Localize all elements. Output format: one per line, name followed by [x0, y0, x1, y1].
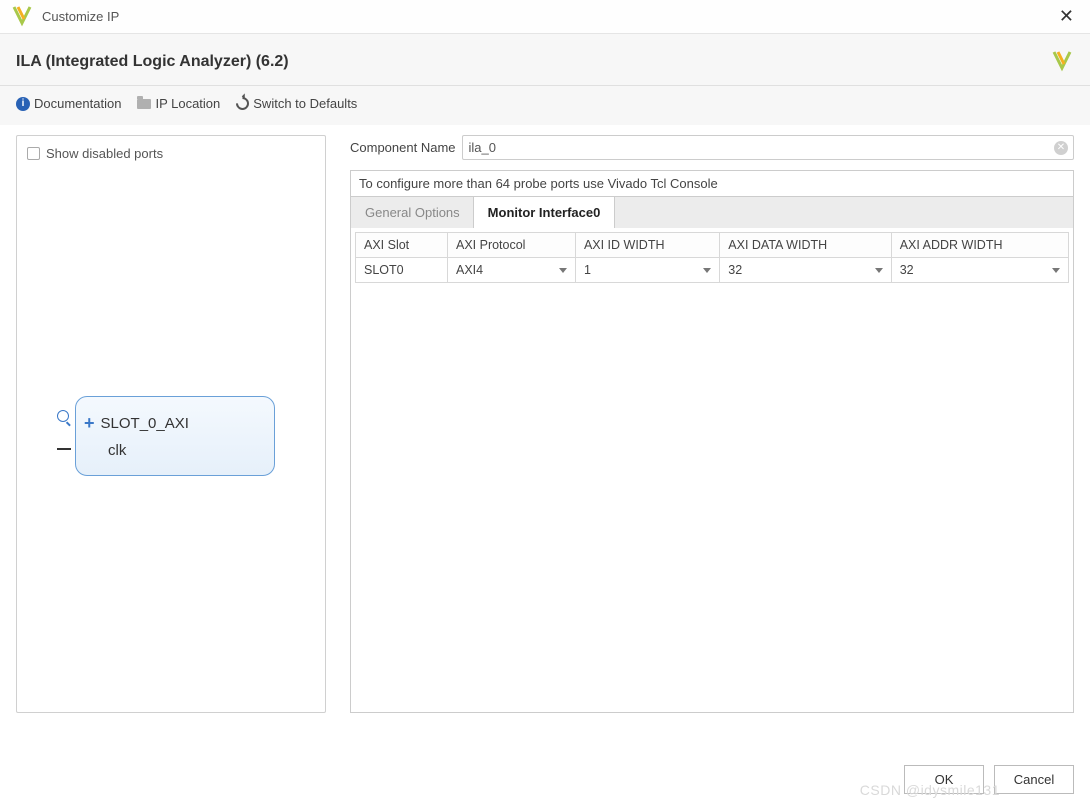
cell-id-width[interactable]: 1	[575, 258, 719, 283]
table-row: SLOT0 AXI4 1 32 32	[356, 258, 1069, 283]
component-name-input[interactable]	[462, 135, 1075, 160]
addr-width-value: 32	[900, 263, 914, 277]
switch-defaults-link[interactable]: Switch to Defaults	[236, 96, 357, 111]
cell-protocol[interactable]: AXI4	[447, 258, 575, 283]
info-bar: To configure more than 64 probe ports us…	[350, 170, 1074, 197]
info-icon: i	[16, 97, 30, 111]
expand-icon[interactable]: +	[84, 413, 95, 434]
cancel-button[interactable]: Cancel	[994, 765, 1074, 794]
id-width-value: 1	[584, 263, 591, 277]
page-title: ILA (Integrated Logic Analyzer) (6.2)	[16, 53, 289, 71]
clk-pin-icon	[57, 448, 71, 450]
port-label: SLOT_0_AXI	[101, 415, 189, 432]
cell-addr-width[interactable]: 32	[891, 258, 1068, 283]
ok-button[interactable]: OK	[904, 765, 984, 794]
col-axi-id-width: AXI ID WIDTH	[575, 233, 719, 258]
close-icon[interactable]: ✕	[1053, 6, 1080, 27]
chevron-down-icon	[703, 268, 711, 273]
header: ILA (Integrated Logic Analyzer) (6.2)	[0, 34, 1090, 86]
documentation-link[interactable]: i Documentation	[16, 96, 121, 111]
ip-block: + SLOT_0_AXI clk	[75, 396, 275, 476]
checkbox-icon	[27, 147, 40, 160]
cell-data-width[interactable]: 32	[720, 258, 891, 283]
data-width-value: 32	[728, 263, 742, 277]
cell-slot: SLOT0	[356, 258, 448, 283]
refresh-icon	[234, 94, 252, 112]
component-name-label: Component Name	[350, 140, 456, 155]
col-axi-addr-width: AXI ADDR WIDTH	[891, 233, 1068, 258]
col-axi-slot: AXI Slot	[356, 233, 448, 258]
window-title: Customize IP	[42, 9, 119, 24]
dialog-footer: OK Cancel	[904, 765, 1074, 794]
zoom-icon	[57, 410, 69, 422]
app-icon	[10, 3, 34, 30]
block-diagram[interactable]: + SLOT_0_AXI clk	[75, 396, 275, 476]
tab-strip: General Options Monitor Interface0	[350, 197, 1074, 228]
ports-panel: Show disabled ports + SLOT_0_AXI clk	[16, 135, 326, 713]
table-header-row: AXI Slot AXI Protocol AXI ID WIDTH AXI D…	[356, 233, 1069, 258]
clear-icon[interactable]: ✕	[1054, 141, 1068, 155]
port-slot0-axi[interactable]: + SLOT_0_AXI	[84, 409, 264, 438]
toolbar: i Documentation IP Location Switch to De…	[0, 86, 1090, 125]
titlebar: Customize IP ✕	[0, 0, 1090, 34]
vivado-logo-icon	[1050, 48, 1074, 75]
ip-location-link[interactable]: IP Location	[137, 96, 220, 111]
switch-defaults-label: Switch to Defaults	[253, 96, 357, 111]
ip-location-label: IP Location	[155, 96, 220, 111]
port-label: clk	[108, 442, 126, 459]
folder-icon	[137, 99, 151, 109]
chevron-down-icon	[875, 268, 883, 273]
main-area: Show disabled ports + SLOT_0_AXI clk Com…	[0, 125, 1090, 723]
tab-content: AXI Slot AXI Protocol AXI ID WIDTH AXI D…	[350, 228, 1074, 713]
config-panel: Component Name ✕ To configure more than …	[350, 135, 1074, 713]
chevron-down-icon	[1052, 268, 1060, 273]
show-disabled-label: Show disabled ports	[46, 146, 163, 161]
component-name-row: Component Name ✕	[350, 135, 1074, 160]
protocol-value: AXI4	[456, 263, 483, 277]
port-clk[interactable]: clk	[84, 438, 264, 463]
col-axi-protocol: AXI Protocol	[447, 233, 575, 258]
tab-general-options[interactable]: General Options	[351, 197, 474, 228]
chevron-down-icon	[559, 268, 567, 273]
axi-table: AXI Slot AXI Protocol AXI ID WIDTH AXI D…	[355, 232, 1069, 283]
documentation-label: Documentation	[34, 96, 121, 111]
col-axi-data-width: AXI DATA WIDTH	[720, 233, 891, 258]
tab-monitor-interface0[interactable]: Monitor Interface0	[473, 196, 616, 228]
show-disabled-ports-checkbox[interactable]: Show disabled ports	[27, 146, 315, 161]
